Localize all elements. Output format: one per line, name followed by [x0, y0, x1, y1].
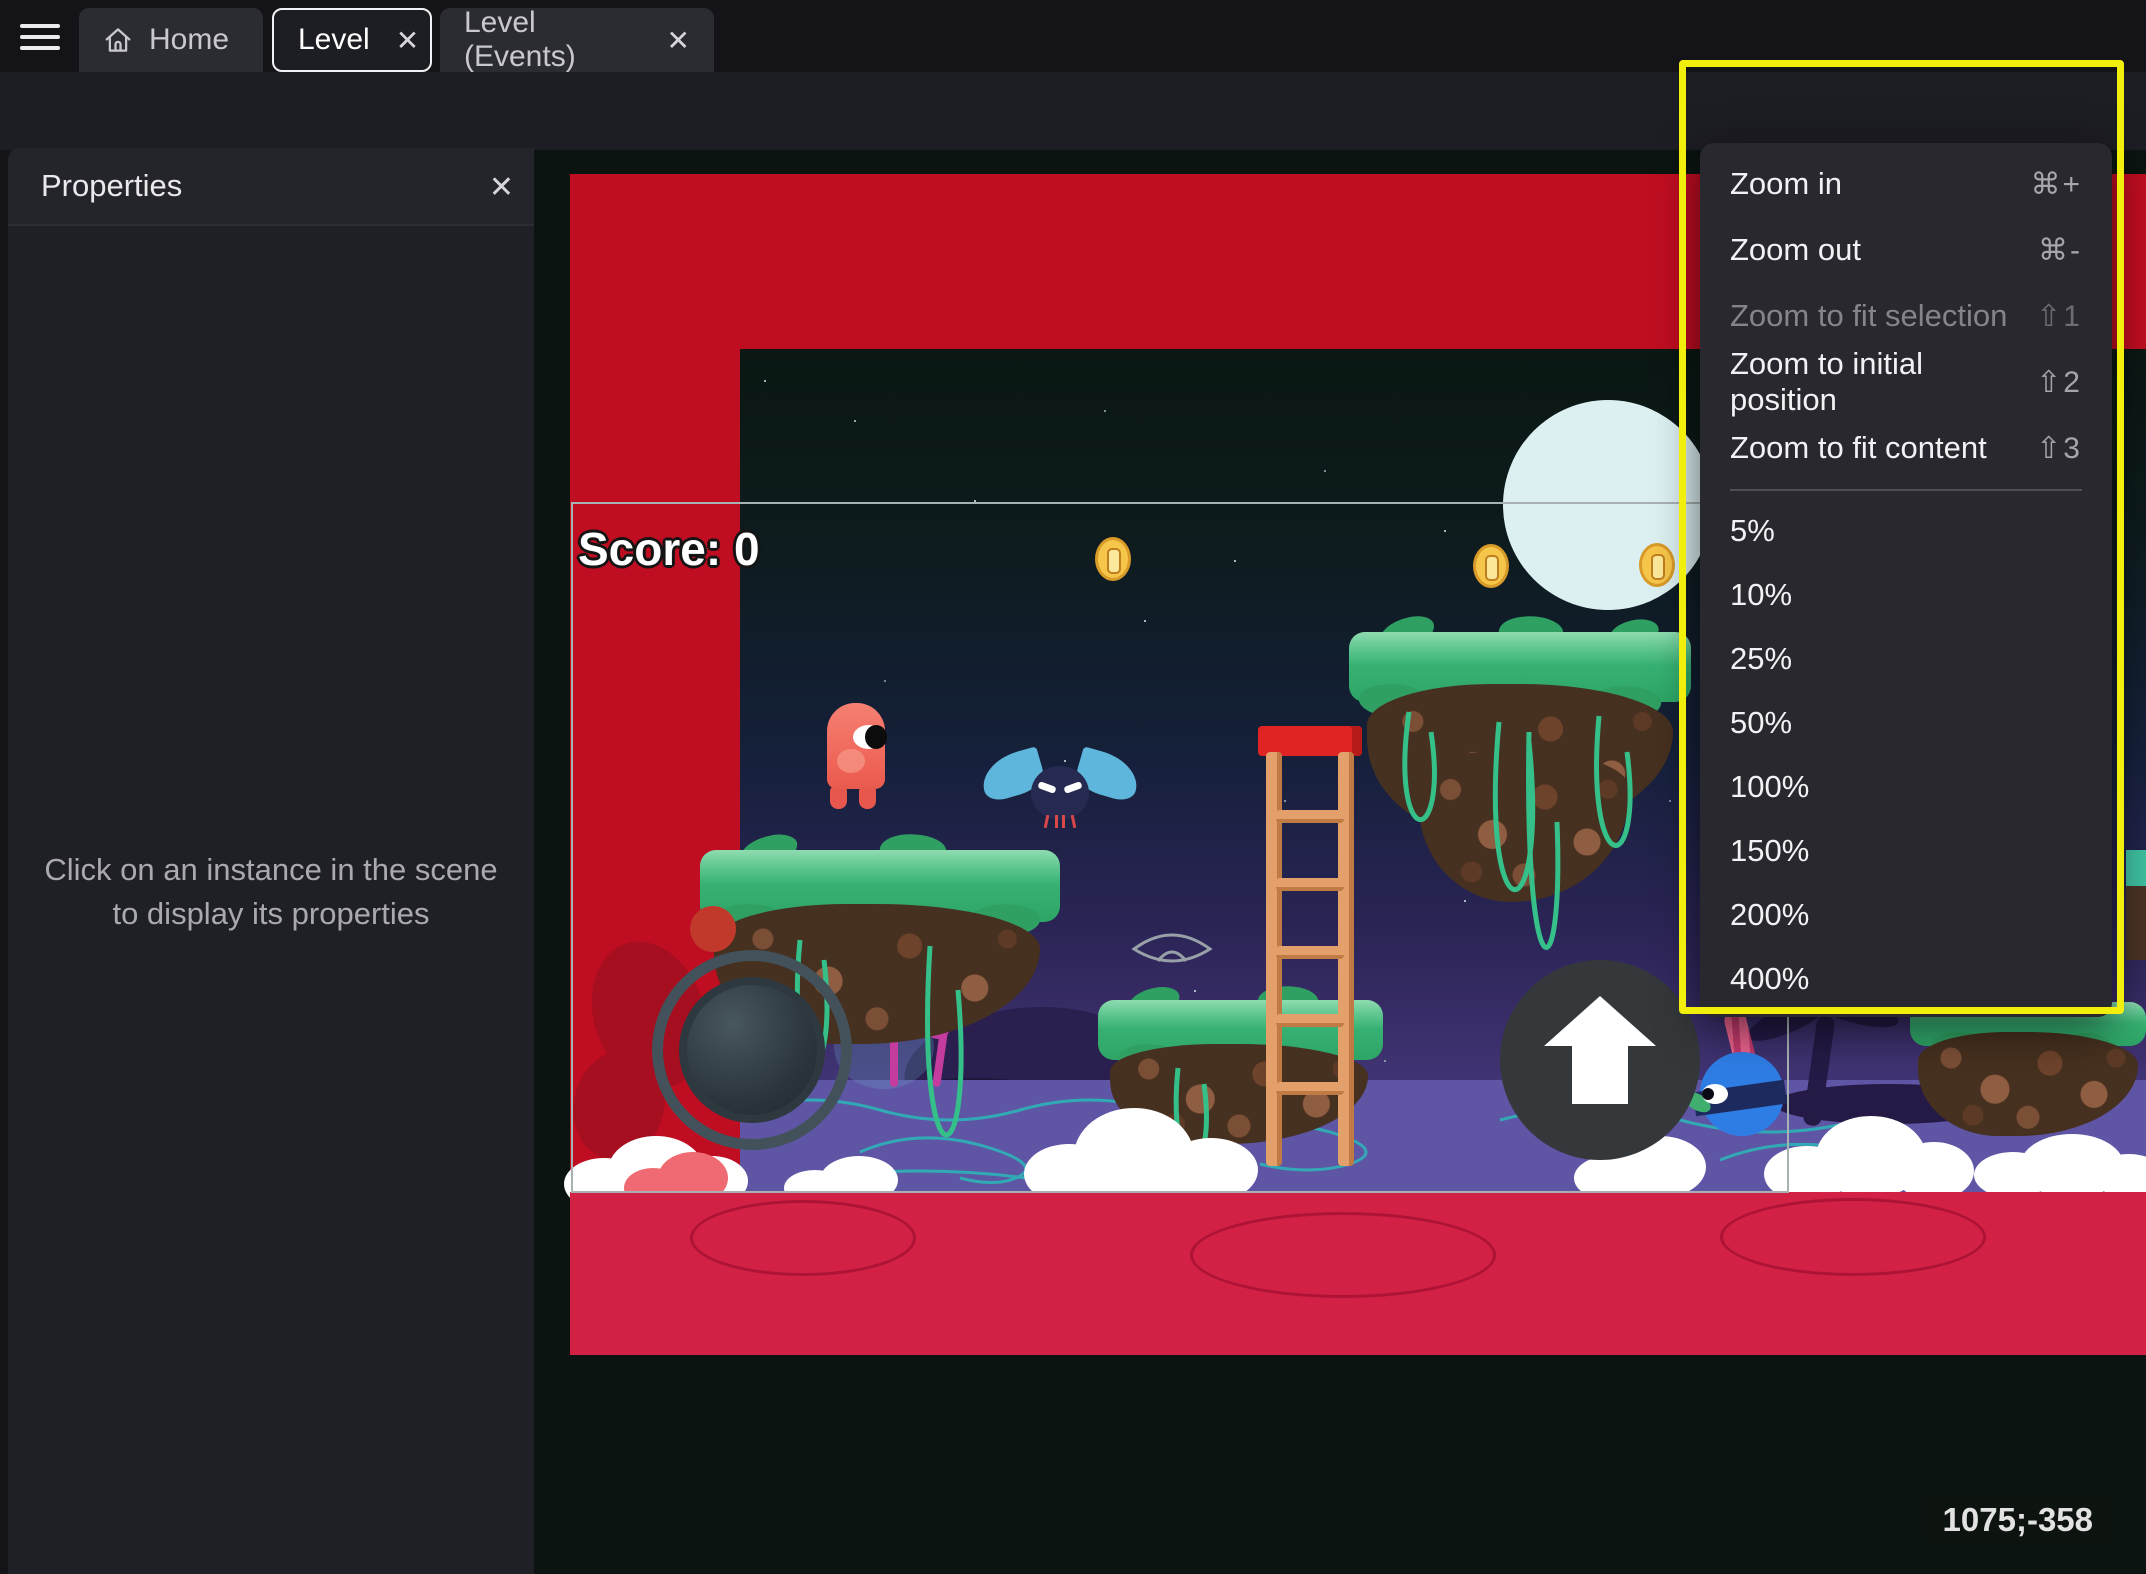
tab-level-events-label: Level (Events): [464, 6, 576, 73]
menu-item-label: Zoom to fit selection: [1730, 298, 2008, 333]
menu-item-shortcut: ⇧2: [2036, 365, 2082, 399]
menu-item-zoom-150[interactable]: 150%: [1700, 819, 2112, 883]
zoom-dropdown-menu: Zoom in ⌘+ Zoom out ⌘- Zoom to fit selec…: [1700, 143, 2112, 1017]
menu-item-zoom-100[interactable]: 100%: [1700, 755, 2112, 819]
menu-item-shortcut: ⇧1: [2036, 299, 2082, 333]
main-menu-button[interactable]: [20, 24, 60, 54]
hamburger-icon: [20, 46, 60, 50]
menu-item-zoom-50[interactable]: 50%: [1700, 691, 2112, 755]
menu-item-zoom-out[interactable]: Zoom out ⌘-: [1700, 217, 2112, 283]
cursor-coordinates-badge: 1075;-358: [1922, 1492, 2113, 1548]
bottom-lava-sprite[interactable]: [570, 1192, 2146, 1355]
menu-item-label: 25%: [1730, 641, 1793, 676]
menu-item-zoom-25[interactable]: 25%: [1700, 627, 2112, 691]
menu-item-label: 100%: [1730, 769, 1810, 804]
menu-item-zoom-5[interactable]: 5%: [1700, 499, 2112, 563]
menu-divider: [1730, 489, 2082, 491]
properties-panel-title: Properties: [41, 168, 183, 203]
menu-item-label: 50%: [1730, 705, 1793, 740]
menu-item-zoom-to-fit-selection: Zoom to fit selection ⇧1: [1700, 283, 2112, 349]
score-text-object[interactable]: Score: 0: [578, 522, 760, 576]
gdevelop-editor-window: Home Level ✕ Level (Events) ✕ Preview ▼ …: [0, 0, 2146, 1574]
menu-item-zoom-400[interactable]: 400%: [1700, 947, 2112, 1011]
menu-item-label: 5%: [1730, 513, 1775, 548]
platform-sprite[interactable]: [2126, 850, 2146, 960]
menu-item-zoom-200[interactable]: 200%: [1700, 883, 2112, 947]
menu-item-zoom-to-initial-position[interactable]: Zoom to initial position ⇧2: [1700, 346, 2112, 417]
menu-item-label: Zoom out: [1730, 232, 1861, 267]
properties-empty-message: Click on an instance in the scene to dis…: [44, 852, 498, 931]
menu-item-label: 200%: [1730, 897, 1810, 932]
close-icon[interactable]: ✕: [489, 170, 514, 205]
hamburger-icon: [20, 35, 60, 39]
tab-level-label: Level: [298, 23, 370, 56]
menu-item-label: 10%: [1730, 577, 1793, 612]
menu-item-shortcut: ⌘-: [2038, 233, 2082, 267]
menu-item-label: Zoom to initial position: [1730, 346, 1923, 417]
hamburger-icon: [20, 24, 60, 28]
menu-item-zoom-to-fit-content[interactable]: Zoom to fit content ⇧3: [1700, 415, 2112, 481]
tab-bar: Home Level ✕ Level (Events) ✕: [0, 0, 2146, 73]
tab-level[interactable]: Level ✕: [272, 8, 432, 72]
menu-item-shortcut: ⇧3: [2036, 431, 2082, 465]
menu-item-label: Zoom in: [1730, 166, 1842, 201]
properties-panel-header: Properties ✕: [8, 148, 534, 226]
close-icon[interactable]: ✕: [396, 24, 419, 57]
tab-home-label: Home: [149, 23, 230, 56]
scene-stars: [764, 380, 766, 382]
menu-item-shortcut: ⌘+: [2030, 167, 2082, 201]
tab-level-events[interactable]: Level (Events) ✕: [440, 6, 714, 73]
home-icon: [105, 28, 131, 52]
tab-home[interactable]: Home: [79, 8, 263, 72]
game-camera-frame: [571, 502, 1789, 1193]
menu-item-label: 150%: [1730, 833, 1810, 868]
menu-item-zoom-10[interactable]: 10%: [1700, 563, 2112, 627]
menu-item-label: Zoom to fit content: [1730, 430, 1987, 465]
menu-item-zoom-in[interactable]: Zoom in ⌘+: [1700, 151, 2112, 217]
menu-item-label: 400%: [1730, 961, 1810, 996]
toolbar: Preview ▼ Publish: [0, 72, 2146, 208]
close-icon[interactable]: ✕: [667, 24, 690, 57]
properties-panel: Properties ✕ Click on an instance in the…: [8, 148, 534, 1574]
